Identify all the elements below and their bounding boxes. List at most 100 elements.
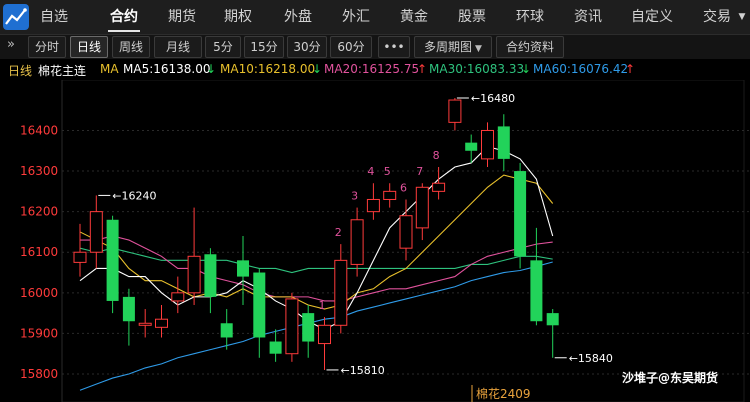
candle-body-up: [73, 251, 87, 263]
nav-item-10[interactable]: 自定义: [628, 0, 676, 34]
candle-body-up: [138, 322, 152, 326]
toolbar-button-6[interactable]: 30分: [287, 36, 327, 58]
nav-item-11[interactable]: 交易: [700, 0, 734, 34]
chart-toolbar: » 分时 日线 周线 月线 5分 15分 30分 60分 ••• 多周期图 ▼ 合约资料: [0, 35, 750, 59]
extreme-marker-label: ←15840: [569, 352, 613, 365]
toolbar-button-9[interactable]: 多周期图 ▼: [414, 36, 492, 58]
candle-body-up: [155, 318, 168, 328]
ma-legend: 日线 棉花主连 MA MA5:16138.00 ↓ MA10:16218.00 …: [0, 60, 750, 78]
toolbar-button-label: 多周期图: [424, 40, 473, 54]
y-tick-label: 16300: [20, 164, 58, 178]
candle-body-up: [399, 215, 413, 249]
candle-body-up: [187, 255, 201, 294]
app-logo-icon[interactable]: [2, 3, 30, 31]
toolbar-button-1[interactable]: 日线: [70, 36, 108, 58]
extreme-marker-label: ←15810: [341, 364, 385, 377]
ma10-arrow: ↓: [312, 62, 323, 76]
candle-body-up: [318, 324, 331, 345]
wave-count-label: 5: [384, 165, 391, 178]
ma20-arrow: ↑: [417, 62, 428, 76]
nav-item-7[interactable]: 股票: [456, 0, 488, 34]
candle-body-up: [285, 298, 299, 355]
toolbar-button-3[interactable]: 月线: [154, 36, 202, 58]
symbol-label: 棉花主连: [38, 64, 87, 78]
wave-count-label: 6: [400, 181, 407, 194]
toolbar-button-label: 日线: [76, 40, 101, 54]
candle-body-up: [171, 292, 185, 302]
ma30-value: MA30:16083.33: [429, 62, 525, 76]
toolbar-button-0[interactable]: 分时: [28, 36, 66, 58]
candle-body-up: [481, 129, 494, 160]
y-tick-label: 15800: [20, 367, 58, 381]
ma30-arrow: ↓: [521, 62, 532, 76]
contract-info-button[interactable]: 合约资料: [496, 36, 564, 58]
toolbar-button-2[interactable]: 周线: [112, 36, 150, 58]
candle-body-down: [465, 142, 478, 151]
candle-body-down: [220, 323, 233, 338]
toolbar-button-label: 分时: [34, 40, 59, 54]
y-tick-label: 16000: [20, 286, 58, 300]
wave-count-label: 2: [335, 226, 342, 239]
candle-body-down: [106, 219, 119, 301]
wave-count-label: 4: [367, 165, 374, 178]
wave-count-label: 3: [351, 190, 358, 203]
candle-body-down: [122, 296, 135, 322]
extreme-marker-label: ←16240: [112, 189, 156, 202]
nav-item-2[interactable]: 期货: [166, 0, 198, 34]
nav-item-8[interactable]: 环球: [514, 0, 546, 34]
y-tick-label: 16200: [20, 205, 58, 219]
toolbar-button-8[interactable]: •••: [378, 36, 410, 58]
y-tick-label: 16100: [20, 245, 58, 259]
candle-body-down: [514, 171, 527, 257]
candle-body-up: [383, 190, 397, 200]
candlestick-chart[interactable]: 15800 15900 16000 16100 16200 16300 16400 1 2 34 5…: [0, 80, 750, 402]
ma-prefix: MA: [100, 62, 119, 76]
wave-count-label: 7: [416, 165, 423, 178]
candle-body-up: [432, 182, 446, 192]
contract-marker-label: 棉花2409: [476, 386, 531, 401]
top-nav: 自选 合约 期货 期权 外盘 外汇 黄金 股票 环球 资讯 自定义 交易 ▼: [0, 0, 750, 35]
watermark-text: 沙堆子@东吴期货: [622, 370, 718, 385]
candle-body-down: [302, 313, 315, 342]
candle-body-up: [366, 198, 380, 213]
candle-body-up: [89, 211, 103, 253]
toolbar-button-label: 30分: [293, 40, 321, 54]
dropdown-arrow-icon: ▼: [475, 44, 482, 54]
toolbar-button-label: 5分: [213, 40, 233, 54]
toolbar-button-label: •••: [383, 40, 405, 54]
candle-body-up: [415, 186, 429, 229]
ma20-value: MA20:16125.75: [324, 62, 420, 76]
extreme-marker-label: ←16480: [471, 92, 515, 105]
wave-count-label: 1: [319, 299, 326, 312]
toolbar-button-5[interactable]: 15分: [244, 36, 284, 58]
toolbar-button-label: 月线: [165, 40, 190, 54]
candle-body-down: [253, 272, 266, 338]
candle-body-down: [269, 341, 282, 354]
nav-item-5[interactable]: 外汇: [340, 0, 372, 34]
candle-body-down: [204, 254, 217, 297]
period-label: 日线: [8, 64, 33, 78]
nav-item-6[interactable]: 黄金: [398, 0, 430, 34]
toolbar-button-4[interactable]: 5分: [205, 36, 241, 58]
candle-body-down: [546, 313, 559, 326]
ma60-value: MA60:16076.42: [533, 62, 629, 76]
active-tab-underline: [108, 30, 140, 32]
y-tick-label: 16400: [20, 123, 58, 137]
nav-more-chevron-icon[interactable]: ▼: [736, 0, 748, 34]
nav-item-0[interactable]: 自选: [38, 0, 70, 34]
ma60-arrow: ↑: [625, 62, 636, 76]
candle-body-up: [350, 219, 364, 265]
nav-item-3[interactable]: 期权: [222, 0, 254, 34]
toolbar-button-7[interactable]: 60分: [330, 36, 372, 58]
toolbar-button-label: 60分: [337, 40, 365, 54]
y-tick-label: 15900: [20, 326, 58, 340]
expand-icon[interactable]: »: [7, 37, 15, 52]
nav-item-1[interactable]: 合约: [108, 0, 140, 34]
toolbar-button-label: 15分: [250, 40, 278, 54]
nav-item-9[interactable]: 资讯: [572, 0, 604, 34]
nav-item-4[interactable]: 外盘: [282, 0, 314, 34]
ma10-value: MA10:16218.00: [220, 62, 316, 76]
wave-count-label: 8: [433, 149, 440, 162]
candle-body-up: [334, 259, 348, 326]
candle-body-down: [530, 260, 543, 322]
